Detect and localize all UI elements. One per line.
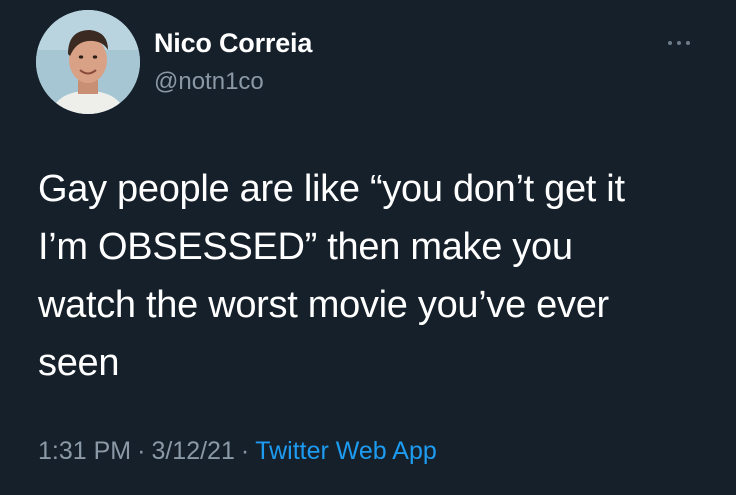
author-handle[interactable]: @notn1co — [154, 68, 312, 96]
more-dot — [686, 41, 690, 45]
more-dot — [677, 41, 681, 45]
author-avatar[interactable] — [36, 10, 140, 114]
tweet-text-line: watch the worst movie you’ve ever — [38, 284, 609, 326]
avatar-photo — [36, 10, 140, 114]
tweet-text-line: Gay people are like “you don’t get it — [38, 168, 625, 210]
meta-separator: · — [240, 437, 250, 465]
author-block: Nico Correia @notn1co — [154, 28, 312, 96]
tweet-source-link[interactable]: Twitter Web App — [255, 437, 437, 465]
tweet-card: Nico Correia @notn1co Gay people are lik… — [0, 0, 736, 495]
tweet-text: Gay people are like “you don’t get it I’… — [38, 160, 718, 392]
tweet-metadata: 1:31 PM · 3/12/21 · Twitter Web App — [38, 437, 437, 466]
author-display-name[interactable]: Nico Correia — [154, 28, 312, 59]
tweet-text-line: I’m OBSESSED” then make you — [38, 226, 573, 268]
tweet-time[interactable]: 1:31 PM — [38, 437, 131, 465]
more-dot — [668, 41, 672, 45]
meta-separator: · — [137, 437, 146, 465]
tweet-text-line: seen — [38, 342, 120, 384]
tweet-date[interactable]: 3/12/21 — [151, 437, 234, 465]
more-options-icon[interactable] — [664, 36, 694, 50]
